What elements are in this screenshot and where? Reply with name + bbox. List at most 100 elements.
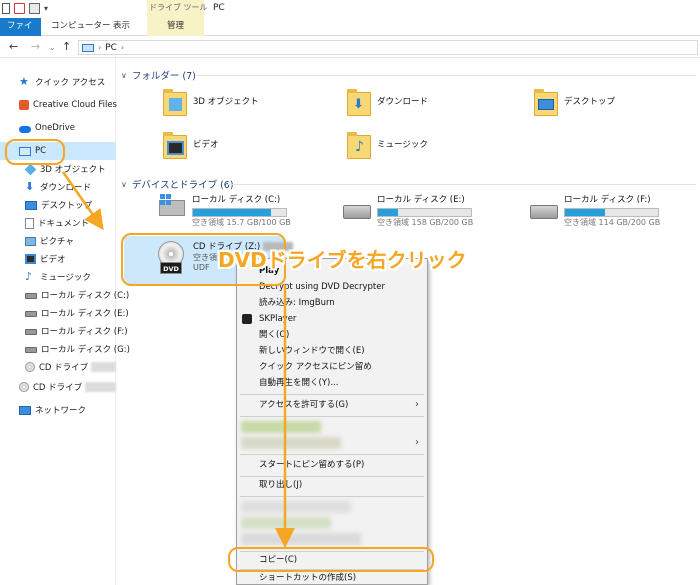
folder-3d-objects[interactable]: 3D オブジェクト: [163, 86, 259, 116]
tab-file[interactable]: ファイル: [0, 18, 41, 48]
drive-c[interactable]: ローカル ディスク (C:) 空き領域 15.7 GB/100 GB: [156, 194, 291, 228]
menu-item-skplayer[interactable]: SKPlayer: [237, 311, 427, 327]
picture-icon: [25, 236, 36, 246]
drive-name: ローカル ディスク (E:): [377, 195, 465, 205]
star-icon: ★: [19, 75, 29, 88]
submenu-arrow-icon: ›: [415, 437, 419, 448]
3d-objects-folder-icon: [163, 86, 187, 116]
sidebar-item-downloads[interactable]: ⬇ ダウンロード: [0, 178, 116, 196]
network-icon: [19, 405, 31, 415]
folder-label: ミュージック: [377, 140, 428, 150]
customize-toolbar-icon[interactable]: ▾: [44, 3, 51, 14]
folders-section-title: フォルダー (7): [131, 71, 196, 82]
up-arrow-icon[interactable]: ↑: [62, 40, 71, 54]
drive-icon: [25, 293, 37, 299]
drive-e[interactable]: ローカル ディスク (E:) 空き領域 158 GB/200 GB: [341, 195, 473, 228]
cloud-icon: [19, 125, 31, 133]
music-folder-icon: ♪: [347, 129, 371, 159]
sidebar-item-label: ダウンロード: [40, 183, 92, 193]
sidebar-item-drive-e[interactable]: ローカル ディスク (E:): [0, 304, 129, 322]
sidebar-item-quick-access[interactable]: ★ クイック アクセス: [0, 73, 116, 91]
sidebar-item-label: OneDrive: [35, 123, 75, 133]
address-bar[interactable]: › PC ›: [78, 40, 698, 55]
chevron-down-icon[interactable]: ∨: [121, 180, 127, 189]
chevron-down-icon[interactable]: ∨: [121, 71, 127, 80]
windows-drive-icon: [156, 194, 186, 223]
highlight-oval-pc: [5, 139, 65, 165]
blurred-menu-item: [241, 517, 331, 529]
tab-view[interactable]: 表示: [106, 18, 137, 36]
sidebar-item-creative-cloud[interactable]: Creative Cloud Files: [0, 96, 117, 114]
menu-item-eject[interactable]: 取り出し(J): [237, 477, 427, 493]
menu-item-imgburn[interactable]: 読み込み: ImgBurn: [237, 295, 427, 311]
sidebar-item-drive-c[interactable]: ローカル ディスク (C:): [0, 286, 129, 304]
menu-item-open-new-window[interactable]: 新しいウィンドウで開く(E): [237, 343, 427, 359]
quick-access-toolbar: ▾: [2, 3, 51, 14]
folder-music[interactable]: ♪ ミュージック: [347, 129, 428, 159]
drive-usage-bar: [377, 208, 472, 217]
folder-videos[interactable]: ビデオ: [163, 129, 219, 159]
back-arrow-icon[interactable]: ←: [9, 40, 18, 54]
breadcrumb-separator[interactable]: ›: [98, 43, 101, 52]
breadcrumb-pc[interactable]: PC: [105, 43, 117, 53]
folder-downloads[interactable]: ⬇ ダウンロード: [347, 86, 428, 116]
desktop-folder-icon: [534, 86, 558, 116]
menu-item-create-shortcut[interactable]: ショートカットの作成(S): [237, 570, 427, 585]
hard-drive-icon: [341, 195, 371, 223]
sidebar-item-cd-drive-root[interactable]: CD ドライブ: [0, 378, 116, 396]
videos-folder-icon: [163, 129, 187, 159]
sidebar-item-cd-drive[interactable]: CD ドライブ: [0, 358, 116, 376]
sidebar-item-network[interactable]: ネットワーク: [0, 401, 116, 419]
breadcrumb-separator[interactable]: ›: [121, 43, 124, 52]
window-title: PC: [213, 3, 225, 13]
ribbon-tabs: ファイル コンピューター 表示 管理: [0, 18, 700, 48]
sidebar-item-videos[interactable]: ビデオ: [0, 250, 116, 268]
sidebar-item-label: CD ドライブ: [39, 363, 89, 373]
menu-separator: [240, 496, 424, 497]
sidebar-item-label: ネットワーク: [35, 406, 87, 416]
drive-free-space: 空き領域 15.7 GB/100 GB: [192, 218, 291, 227]
drive-free-space: 空き領域 158 GB/200 GB: [377, 218, 474, 227]
blurred-menu-item: [241, 421, 321, 433]
drive-f[interactable]: ローカル ディスク (F:) 空き領域 114 GB/200 GB: [528, 195, 660, 228]
recent-locations-icon[interactable]: ⌄: [49, 41, 56, 55]
video-icon: [25, 254, 36, 264]
checklist-icon[interactable]: [14, 3, 25, 14]
drive-usage-bar: [192, 208, 287, 217]
sidebar-item-label: ピクチャ: [40, 237, 74, 247]
folders-section-header[interactable]: ∨ フォルダー (7): [121, 68, 196, 83]
folder-desktop[interactable]: デスクトップ: [534, 86, 615, 116]
tab-manage[interactable]: 管理: [147, 18, 204, 36]
drive-usage-bar: [564, 208, 659, 217]
forward-arrow-icon[interactable]: →: [31, 40, 40, 54]
drive-icon: [25, 329, 37, 335]
sidebar-item-label: ビデオ: [40, 255, 66, 265]
folder-label: ビデオ: [193, 140, 219, 150]
menu-item-give-access[interactable]: アクセスを許可する(G) ›: [237, 397, 427, 413]
properties-icon[interactable]: [2, 3, 10, 14]
drive-name: ローカル ディスク (F:): [564, 195, 651, 205]
sidebar-item-onedrive[interactable]: OneDrive: [0, 119, 116, 137]
sidebar-item-music[interactable]: ♪ ミュージック: [0, 268, 116, 286]
sidebar-item-drive-f[interactable]: ローカル ディスク (F:): [0, 322, 128, 340]
folder-label: ダウンロード: [377, 97, 429, 107]
creative-cloud-icon: [19, 100, 29, 110]
sidebar-item-pictures[interactable]: ピクチャ: [0, 232, 116, 250]
sidebar-item-documents[interactable]: ドキュメント: [0, 214, 116, 232]
sidebar-item-label: ローカル ディスク (F:): [41, 327, 128, 337]
menu-item-pin-start[interactable]: スタートにピン留めする(P): [237, 457, 427, 473]
new-folder-icon[interactable]: [29, 3, 40, 14]
blurred-menu-item: [241, 533, 361, 545]
hard-drive-icon: [528, 195, 558, 223]
menu-item-autoplay[interactable]: 自動再生を開く(Y)...: [237, 375, 427, 391]
context-menu: Play Decrypt using DVD Decrypter 読み込み: I…: [236, 258, 428, 585]
drives-section-header[interactable]: ∨ デバイスとドライブ (6): [121, 177, 234, 192]
sidebar-item-desktop[interactable]: デスクトップ: [0, 196, 116, 214]
skplayer-icon: [242, 314, 252, 324]
folder-label: デスクトップ: [564, 97, 616, 107]
menu-item-pin-quick-access[interactable]: クイック アクセスにピン留め: [237, 359, 427, 375]
section-divider: [226, 184, 696, 185]
sidebar-item-drive-g[interactable]: ローカル ディスク (G:): [0, 340, 130, 358]
sidebar-item-label: ローカル ディスク (G:): [41, 345, 130, 355]
menu-item-open[interactable]: 開く(O): [237, 327, 427, 343]
